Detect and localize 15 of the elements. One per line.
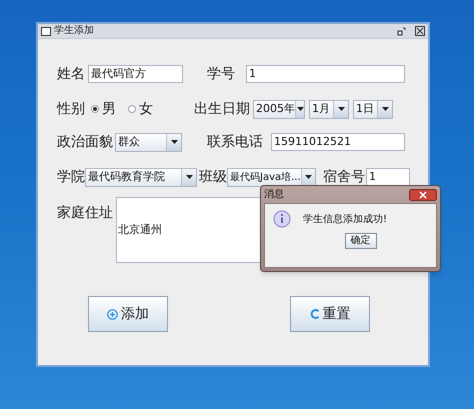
field-label: 宿舍号 bbox=[323, 170, 365, 184]
field-label: 学号 bbox=[207, 67, 235, 81]
field-label: 学院 bbox=[57, 170, 85, 184]
field-label: 男 bbox=[102, 102, 116, 116]
field-label: 班级 bbox=[199, 170, 227, 184]
field-label: 联系电话 bbox=[207, 135, 263, 149]
dialog-message: 学生信息添加成功! bbox=[303, 212, 388, 226]
field-label: 女 bbox=[139, 102, 153, 116]
window-title: 学生添加 bbox=[54, 26, 94, 36]
field-label: 性别 bbox=[57, 102, 85, 116]
field-label: 政治面貌 bbox=[57, 135, 113, 149]
dialog-title: 消息 bbox=[264, 190, 284, 200]
field-label: 姓名 bbox=[57, 67, 85, 81]
field-label: 出生日期 bbox=[194, 102, 250, 116]
field-label: 家庭住址 bbox=[57, 206, 113, 220]
